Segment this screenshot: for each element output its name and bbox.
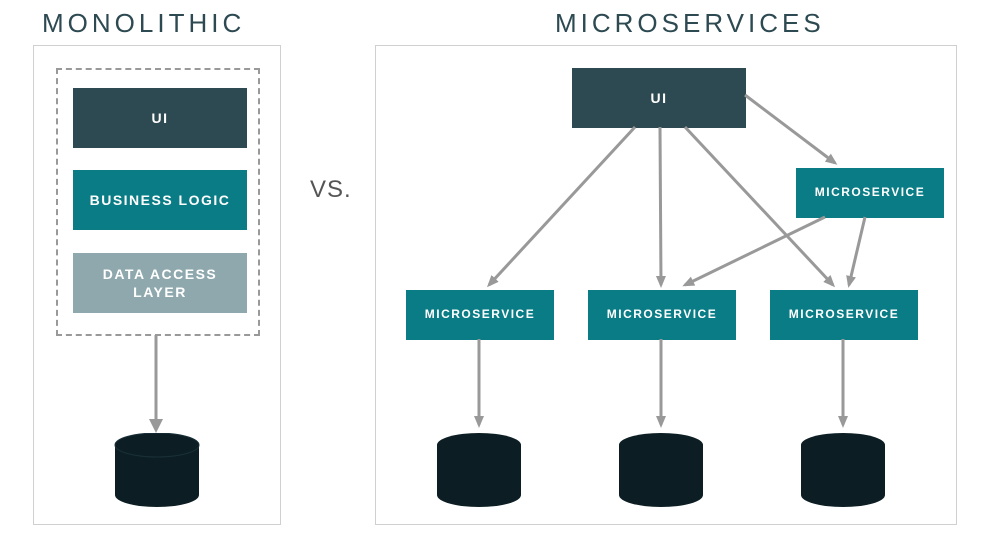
microservices-ui-block: UI xyxy=(572,68,746,128)
monolithic-business-logic-block: BUSINESS LOGIC xyxy=(73,170,247,230)
vs-label: VS. xyxy=(310,176,352,204)
microservice-block-1: MICROSERVICE xyxy=(406,290,554,340)
block-label: DATA ACCESS LAYER xyxy=(73,265,247,301)
block-label: UI xyxy=(152,109,169,127)
block-label: MICROSERVICE xyxy=(607,307,717,323)
microservice-block-right-upper: MICROSERVICE xyxy=(796,168,944,218)
monolithic-ui-block: UI xyxy=(73,88,247,148)
microservice-block-3: MICROSERVICE xyxy=(770,290,918,340)
database-icon xyxy=(799,433,887,508)
block-label: MICROSERVICE xyxy=(789,307,899,323)
block-label: MICROSERVICE xyxy=(425,307,535,323)
monolithic-stack-container: UI BUSINESS LOGIC DATA ACCESS LAYER xyxy=(56,68,260,336)
block-label: MICROSERVICE xyxy=(815,185,925,201)
database-icon xyxy=(435,433,523,508)
monolithic-data-access-block: DATA ACCESS LAYER xyxy=(73,253,247,313)
database-icon xyxy=(113,433,201,508)
monolithic-title: MONOLITHIC xyxy=(42,8,245,39)
microservices-title: MICROSERVICES xyxy=(555,8,825,39)
database-icon xyxy=(617,433,705,508)
block-label: UI xyxy=(651,89,668,107)
microservice-block-2: MICROSERVICE xyxy=(588,290,736,340)
block-label: BUSINESS LOGIC xyxy=(80,191,241,209)
